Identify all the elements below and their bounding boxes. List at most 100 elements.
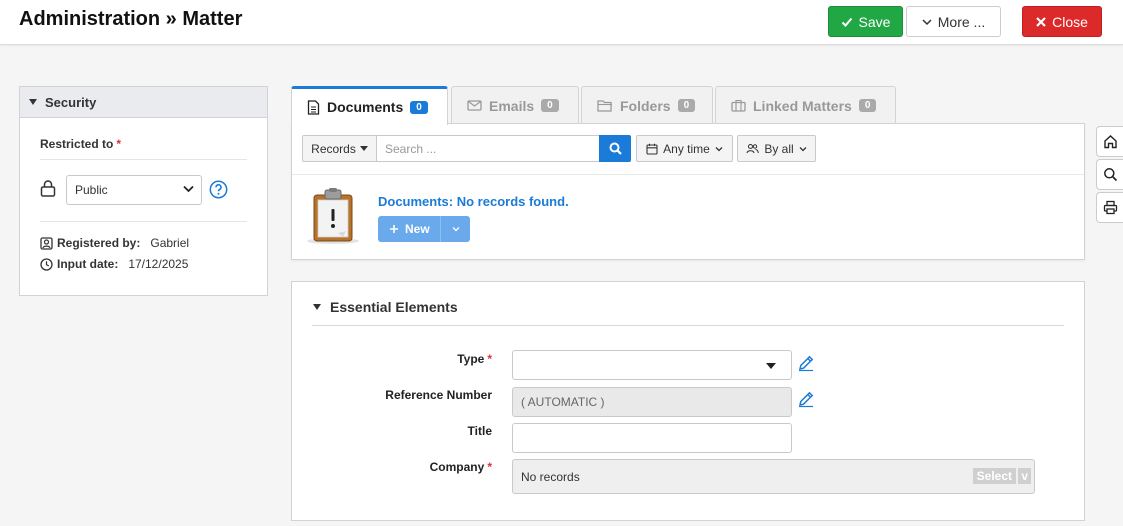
registered-by-value: Gabriel — [150, 236, 190, 250]
tab-emails-count: 0 — [541, 99, 559, 112]
document-icon — [307, 99, 320, 115]
help-icon[interactable] — [209, 180, 228, 199]
new-button-dropdown[interactable] — [441, 216, 470, 242]
tab-emails-label: Emails — [489, 97, 535, 114]
company-label: Company * — [430, 460, 492, 474]
tab-folders-label: Folders — [620, 97, 671, 114]
search-placeholder: Search ... — [385, 141, 437, 156]
type-label: Type * — [457, 352, 492, 366]
save-button-label: Save — [858, 13, 891, 30]
clipboard-warning-icon — [307, 188, 359, 244]
tab-documents-label: Documents — [327, 99, 404, 115]
printer-icon — [1103, 200, 1117, 215]
user-badge-icon — [40, 236, 53, 250]
tab-linked-matters-count: 0 — [858, 99, 877, 112]
lock-icon — [40, 180, 56, 197]
search-icon — [609, 142, 622, 155]
tab-folders-count: 0 — [677, 99, 696, 112]
pencil-icon[interactable] — [797, 354, 815, 372]
tab-linked-matters[interactable]: Linked Matters 0 — [715, 86, 896, 124]
pencil-icon[interactable] — [797, 390, 815, 408]
title-label: Title — [467, 424, 492, 438]
company-field[interactable]: No records Select v — [512, 459, 1035, 494]
restricted-to-text: Restricted to — [40, 137, 114, 151]
chevron-down-icon — [799, 146, 807, 151]
divider — [40, 221, 247, 222]
search-icon — [1103, 168, 1117, 182]
documents-panel: Records Search ... Any time By all Docum… — [291, 123, 1085, 260]
company-value: No records — [521, 469, 580, 484]
new-document-button[interactable]: New — [378, 216, 470, 242]
more-button-label: More ... — [937, 13, 986, 30]
caret-down-icon — [29, 99, 37, 105]
company-label-text: Company — [429, 460, 485, 474]
security-panel: Security Restricted to * Public Registere… — [19, 86, 268, 296]
tab-emails[interactable]: Emails 0 — [451, 86, 579, 124]
tab-linked-matters-label: Linked Matters — [753, 97, 852, 114]
save-button[interactable]: Save — [828, 6, 903, 37]
input-date-row: Input date: 17/12/2025 — [40, 257, 188, 271]
records-dropdown[interactable]: Records — [302, 135, 377, 162]
divider — [292, 174, 1084, 175]
type-select[interactable] — [512, 350, 792, 380]
registered-by-label: Registered by: — [57, 236, 141, 250]
top-bar: Administration » Matter Save More ... Cl… — [0, 0, 1123, 45]
any-time-filter[interactable]: Any time — [636, 135, 733, 162]
input-date-value: 17/12/2025 — [128, 257, 189, 271]
tab-folders[interactable]: Folders 0 — [581, 86, 713, 124]
folder-icon — [597, 100, 612, 112]
caret-down-icon — [313, 304, 321, 310]
calendar-icon — [646, 143, 658, 155]
close-icon — [1036, 16, 1046, 27]
records-dropdown-label: Records — [311, 141, 356, 156]
chevron-down-icon — [715, 146, 723, 151]
access-select-value: Public — [75, 183, 108, 197]
home-button[interactable] — [1096, 126, 1123, 157]
security-header[interactable]: Security — [20, 87, 267, 118]
close-button-label: Close — [1052, 13, 1088, 30]
company-toggle-button[interactable]: v — [1018, 468, 1031, 484]
tab-documents[interactable]: Documents 0 — [291, 86, 448, 125]
divider — [40, 159, 247, 160]
restricted-to-label: Restricted to * — [40, 137, 121, 151]
more-button[interactable]: More ... — [906, 6, 1001, 37]
tab-documents-count: 0 — [410, 100, 428, 114]
home-icon — [1103, 135, 1117, 149]
title-input[interactable] — [512, 423, 792, 453]
search-button[interactable] — [599, 135, 631, 162]
new-button-label: New — [405, 222, 430, 236]
registered-by-row: Registered by: Gabriel — [40, 236, 189, 250]
check-icon — [841, 17, 852, 27]
essential-elements-panel: Essential Elements Type * Reference Numbe… — [291, 281, 1085, 521]
new-button-main[interactable]: New — [378, 216, 441, 242]
by-all-label: By all — [764, 141, 794, 156]
clock-icon — [40, 257, 53, 271]
divider — [312, 325, 1064, 326]
chevron-down-icon — [922, 18, 932, 25]
envelope-icon — [467, 100, 482, 111]
company-select-button[interactable]: Select — [972, 468, 1016, 484]
type-label-text: Type — [457, 352, 485, 366]
side-toolbar — [1096, 126, 1123, 225]
required-mark: * — [487, 352, 492, 366]
chevron-down-icon — [452, 227, 459, 232]
search-input[interactable]: Search ... — [376, 135, 600, 162]
reference-number-label: Reference Number — [385, 388, 492, 402]
caret-down-icon — [359, 146, 368, 151]
close-button[interactable]: Close — [1022, 6, 1102, 37]
access-select[interactable]: Public — [66, 175, 202, 205]
briefcase-icon — [731, 99, 746, 112]
essential-elements-title: Essential Elements — [330, 299, 458, 315]
security-title: Security — [45, 94, 97, 110]
reference-number-value: ( AUTOMATIC ) — [521, 395, 605, 409]
print-button[interactable] — [1096, 192, 1123, 223]
search-tool-button[interactable] — [1096, 159, 1123, 190]
required-mark: * — [487, 460, 492, 474]
chevron-down-icon — [183, 185, 194, 193]
dropdown-arrow-icon — [766, 363, 776, 369]
page-title: Administration » Matter — [19, 8, 243, 30]
by-all-filter[interactable]: By all — [737, 135, 816, 162]
plus-icon — [390, 225, 398, 233]
essential-elements-header[interactable]: Essential Elements — [313, 299, 458, 315]
empty-message: Documents: No records found. — [378, 194, 569, 209]
